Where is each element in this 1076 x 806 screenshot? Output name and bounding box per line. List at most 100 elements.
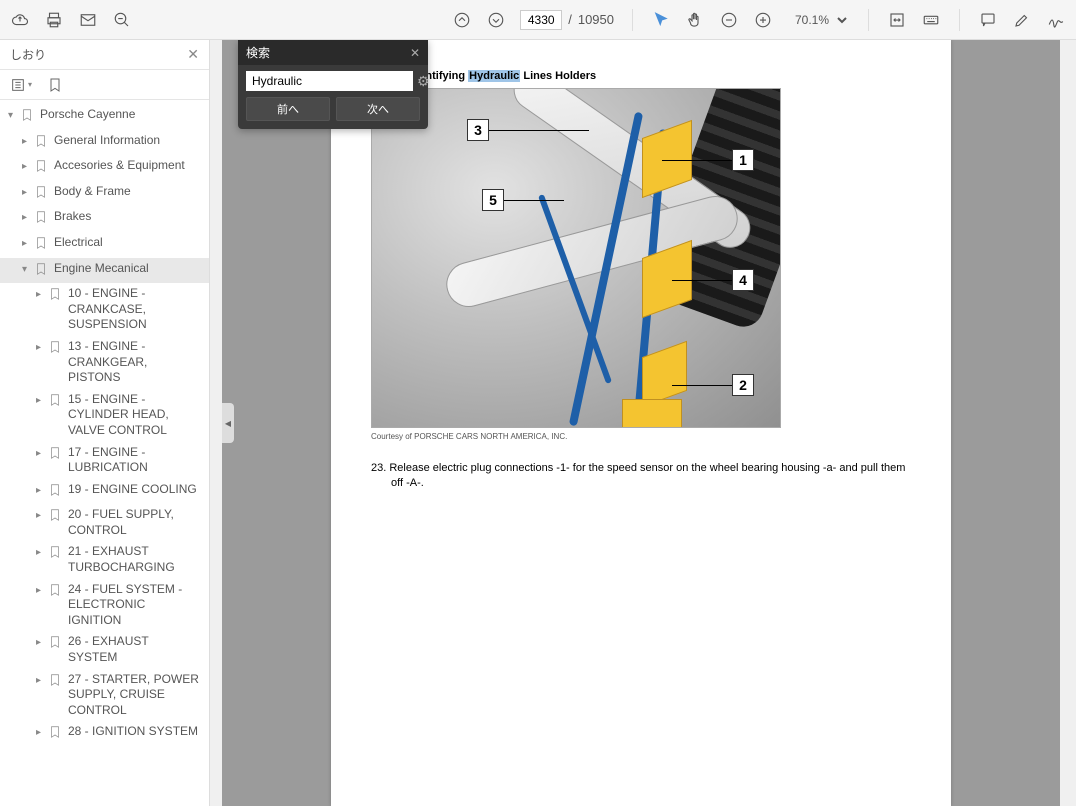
zoom-minus-icon[interactable] [719, 10, 739, 30]
page-up-icon[interactable] [452, 10, 472, 30]
pdf-page: Fig 13: Identifying Hydraulic Lines Hold… [331, 40, 951, 806]
find-settings-icon[interactable]: ⚙ [417, 73, 430, 90]
bookmark-icon [34, 134, 50, 153]
callout-2: 2 [732, 374, 754, 396]
cloud-upload-icon[interactable] [10, 10, 30, 30]
print-icon[interactable] [44, 10, 64, 30]
callout-3: 3 [467, 119, 489, 141]
chevron-right-icon: ▸ [36, 341, 48, 354]
document-viewport: 検索 ✕ ⚙ 前へ 次へ Fig 13: Identifying Hydraul… [222, 40, 1076, 806]
tree-subitem[interactable]: ▸19 - ENGINE COOLING [0, 479, 209, 505]
bookmark-sidebar: しおり ✕ ▾ ▾ Porsche Cayenne ▸General Infor… [0, 40, 210, 806]
bookmark-tree: ▾ Porsche Cayenne ▸General Information▸A… [0, 100, 209, 806]
page-scroll-area[interactable]: Fig 13: Identifying Hydraulic Lines Hold… [222, 40, 1060, 806]
chevron-right-icon: ▸ [36, 726, 48, 739]
page-indicator: / 10950 [520, 10, 614, 30]
tree-subitem[interactable]: ▸10 - ENGINE - CRANKCASE, SUSPENSION [0, 283, 209, 336]
find-header: 検索 ✕ [238, 40, 428, 65]
tree-subitem[interactable]: ▸20 - FUEL SUPPLY, CONTROL [0, 504, 209, 541]
bookmark-icon [48, 508, 64, 527]
sidebar-title: しおり [10, 46, 46, 63]
page-down-icon[interactable] [486, 10, 506, 30]
content-scrollbar[interactable] [1060, 40, 1076, 806]
keyboard-icon[interactable] [921, 10, 941, 30]
pointer-icon[interactable] [651, 10, 671, 30]
email-icon[interactable] [78, 10, 98, 30]
tree-item[interactable]: ▸Accesories & Equipment [0, 155, 209, 181]
tree-item[interactable]: ▸Brakes [0, 206, 209, 232]
tree-subitem[interactable]: ▸27 - STARTER, POWER SUPPLY, CRUISE CONT… [0, 669, 209, 722]
chevron-down-icon: ▾ [8, 109, 20, 122]
step-text: 23. Release electric plug connections -1… [371, 461, 911, 492]
bookmark-icon [48, 340, 64, 359]
bookmark-icon [48, 287, 64, 306]
find-close-icon[interactable]: ✕ [410, 46, 420, 60]
sign-icon[interactable] [1046, 10, 1066, 30]
bookmark-icon [48, 635, 64, 654]
tree-item-selected[interactable]: ▾ Engine Mecanical [0, 258, 209, 284]
find-prev-button[interactable]: 前へ [246, 97, 330, 121]
bookmark-icon [34, 262, 50, 281]
chevron-down-icon: ▾ [22, 263, 34, 276]
page-total: 10950 [578, 12, 614, 27]
figure-credit: Courtesy of PORSCHE CARS NORTH AMERICA, … [371, 432, 911, 441]
chevron-right-icon: ▸ [36, 636, 48, 649]
bookmark-icon [34, 210, 50, 229]
chevron-right-icon: ▸ [22, 160, 34, 173]
figure-image: 1 2 3 4 5 [371, 88, 781, 428]
zoom-plus-icon[interactable] [753, 10, 773, 30]
chevron-right-icon: ▸ [36, 509, 48, 522]
chevron-right-icon: ▸ [22, 135, 34, 148]
chevron-right-icon: ▸ [36, 584, 48, 597]
chevron-right-icon: ▸ [36, 674, 48, 687]
sidebar-title-bar: しおり ✕ [0, 40, 209, 70]
sidebar-bookmark-icon[interactable] [44, 74, 66, 96]
find-next-button[interactable]: 次へ [336, 97, 420, 121]
comment-icon[interactable] [978, 10, 998, 30]
highlight-icon[interactable] [1012, 10, 1032, 30]
zoom-out-icon[interactable] [112, 10, 132, 30]
fit-width-icon[interactable] [887, 10, 907, 30]
chevron-right-icon: ▸ [36, 546, 48, 559]
tree-subitem[interactable]: ▸26 - EXHAUST SYSTEM [0, 631, 209, 668]
callout-1: 1 [732, 149, 754, 171]
figure-title: Fig 13: Identifying Hydraulic Lines Hold… [371, 70, 911, 82]
bookmark-icon [48, 446, 64, 465]
bookmark-icon [34, 236, 50, 255]
bookmark-icon [48, 393, 64, 412]
sidebar-collapse-handle[interactable] [222, 403, 234, 443]
find-title: 検索 [246, 44, 270, 61]
bookmark-icon [48, 725, 64, 744]
tree-item[interactable]: ▸General Information [0, 130, 209, 156]
tree-subitem[interactable]: ▸21 - EXHAUST TURBOCHARGING [0, 541, 209, 578]
page-current-input[interactable] [520, 10, 562, 30]
find-input[interactable] [246, 71, 413, 91]
chevron-right-icon: ▸ [36, 394, 48, 407]
tree-item[interactable]: ▸Body & Frame [0, 181, 209, 207]
tree-subitem[interactable]: ▸15 - ENGINE - CYLINDER HEAD, VALVE CONT… [0, 389, 209, 442]
tree-item[interactable]: ▸Electrical [0, 232, 209, 258]
main-toolbar: / 10950 70.1% [0, 0, 1076, 40]
tree-subitem[interactable]: ▸17 - ENGINE - LUBRICATION [0, 442, 209, 479]
bookmark-icon [48, 545, 64, 564]
bookmark-icon [20, 108, 36, 127]
sidebar-close-icon[interactable]: ✕ [187, 46, 199, 63]
hand-icon[interactable] [685, 10, 705, 30]
bookmark-icon [48, 673, 64, 692]
tree-subitem[interactable]: ▸13 - ENGINE - CRANKGEAR, PISTONS [0, 336, 209, 389]
chevron-right-icon: ▸ [36, 484, 48, 497]
tree-subitem[interactable]: ▸24 - FUEL SYSTEM - ELECTRONIC IGNITION [0, 579, 209, 632]
search-highlight: Hydraulic [468, 70, 520, 82]
bookmark-icon [48, 583, 64, 602]
chevron-right-icon: ▸ [36, 447, 48, 460]
tree-root[interactable]: ▾ Porsche Cayenne [0, 104, 209, 130]
tree-subitem[interactable]: ▸28 - IGNITION SYSTEM [0, 721, 209, 747]
sidebar-options-icon[interactable]: ▾ [10, 74, 32, 96]
find-panel: 検索 ✕ ⚙ 前へ 次へ [238, 40, 428, 129]
zoom-select[interactable]: 70.1% [787, 10, 850, 30]
bookmark-icon [34, 159, 50, 178]
chevron-right-icon: ▸ [22, 211, 34, 224]
sidebar-scrollbar[interactable] [210, 40, 222, 806]
callout-5: 5 [482, 189, 504, 211]
chevron-right-icon: ▸ [22, 237, 34, 250]
